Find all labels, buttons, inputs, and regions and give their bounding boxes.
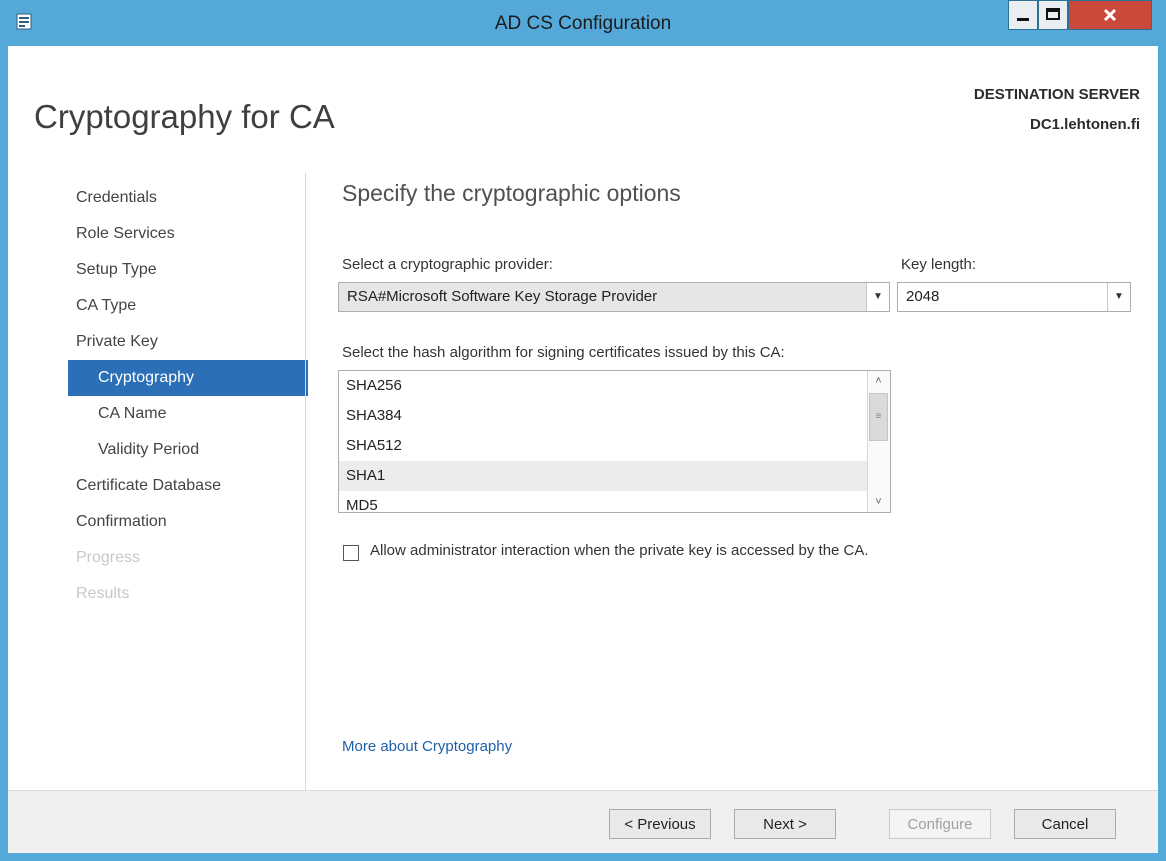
destination-server-label: DESTINATION SERVER bbox=[973, 86, 1140, 103]
provider-label: Select a cryptographic provider: bbox=[342, 256, 553, 273]
maximize-button[interactable] bbox=[1038, 0, 1068, 30]
list-item[interactable]: SHA256 bbox=[339, 371, 890, 401]
nav-item-progress: Progress bbox=[76, 549, 141, 566]
wizard-footer: < Previous Next > Configure Cancel bbox=[8, 790, 1158, 853]
nav-item-confirmation[interactable]: Confirmation bbox=[68, 504, 308, 540]
nav-divider bbox=[305, 173, 306, 793]
key-length-label: Key length: bbox=[901, 256, 977, 273]
nav-item-certificate-database[interactable]: Certificate Database bbox=[68, 468, 308, 504]
admin-interaction-label[interactable]: Allow administrator interaction when the… bbox=[370, 542, 869, 559]
nav-item-validity-period[interactable]: Validity Period bbox=[68, 432, 308, 468]
more-about-cryptography-link[interactable]: More about Cryptography bbox=[342, 738, 512, 755]
list-item[interactable]: SHA384 bbox=[339, 401, 890, 431]
nav-item-ca-type[interactable]: CA Type bbox=[68, 288, 308, 324]
scrollbar-thumb[interactable]: ≡ bbox=[869, 393, 888, 441]
list-scrollbar[interactable]: ˄ ≡ ˅ bbox=[867, 371, 890, 512]
window-title: AD CS Configuration bbox=[494, 13, 672, 34]
chevron-down-icon[interactable]: ▼ bbox=[1107, 283, 1130, 311]
previous-button[interactable]: < Previous bbox=[609, 809, 711, 839]
section-heading: Specify the cryptographic options bbox=[342, 180, 681, 206]
minimize-icon bbox=[1017, 18, 1029, 21]
key-length-select-value: 2048 bbox=[906, 288, 940, 305]
nav-item-ca-name[interactable]: CA Name bbox=[68, 396, 308, 432]
close-button[interactable] bbox=[1068, 0, 1152, 30]
wizard-client-area: Cryptography for CA DESTINATION SERVER D… bbox=[8, 46, 1158, 853]
maximize-icon bbox=[1046, 8, 1060, 20]
destination-server-value: DC1.lehtonen.fi bbox=[1029, 116, 1140, 133]
chevron-up-icon[interactable]: ˄ bbox=[868, 371, 889, 391]
hash-algorithm-list[interactable]: SHA256 SHA384 SHA512 SHA1 MD5 ˄ ≡ ˅ bbox=[338, 370, 891, 513]
nav-item-private-key[interactable]: Private Key bbox=[68, 324, 308, 360]
configure-button: Configure bbox=[889, 809, 991, 839]
next-button[interactable]: Next > bbox=[734, 809, 836, 839]
nav-item-results: Results bbox=[76, 585, 130, 602]
wizard-nav: Credentials Role Services Setup Type CA … bbox=[68, 180, 308, 612]
nav-item-credentials[interactable]: Credentials bbox=[68, 180, 308, 216]
key-length-select[interactable]: 2048 ▼ bbox=[897, 282, 1131, 312]
nav-item-cryptography[interactable]: Cryptography bbox=[68, 360, 308, 396]
list-item[interactable]: SHA512 bbox=[339, 431, 890, 461]
provider-select-value: RSA#Microsoft Software Key Storage Provi… bbox=[347, 288, 658, 305]
list-item[interactable]: MD5 bbox=[339, 491, 890, 512]
minimize-button[interactable] bbox=[1008, 0, 1038, 30]
title-bar[interactable]: AD CS Configuration bbox=[0, 0, 1166, 46]
ad-cs-configuration-window: AD CS Configuration Cryptography for CA … bbox=[0, 0, 1166, 861]
chevron-down-icon[interactable]: ˅ bbox=[868, 492, 889, 512]
page-title: Cryptography for CA bbox=[34, 98, 335, 135]
provider-select[interactable]: RSA#Microsoft Software Key Storage Provi… bbox=[338, 282, 890, 312]
hash-algorithm-label: Select the hash algorithm for signing ce… bbox=[342, 344, 785, 361]
cancel-button[interactable]: Cancel bbox=[1014, 809, 1116, 839]
admin-interaction-checkbox[interactable] bbox=[343, 545, 359, 561]
close-icon bbox=[1103, 8, 1117, 22]
nav-item-role-services[interactable]: Role Services bbox=[68, 216, 308, 252]
nav-item-setup-type[interactable]: Setup Type bbox=[68, 252, 308, 288]
list-item-selected[interactable]: SHA1 bbox=[339, 461, 890, 491]
chevron-down-icon[interactable]: ▼ bbox=[866, 283, 889, 311]
